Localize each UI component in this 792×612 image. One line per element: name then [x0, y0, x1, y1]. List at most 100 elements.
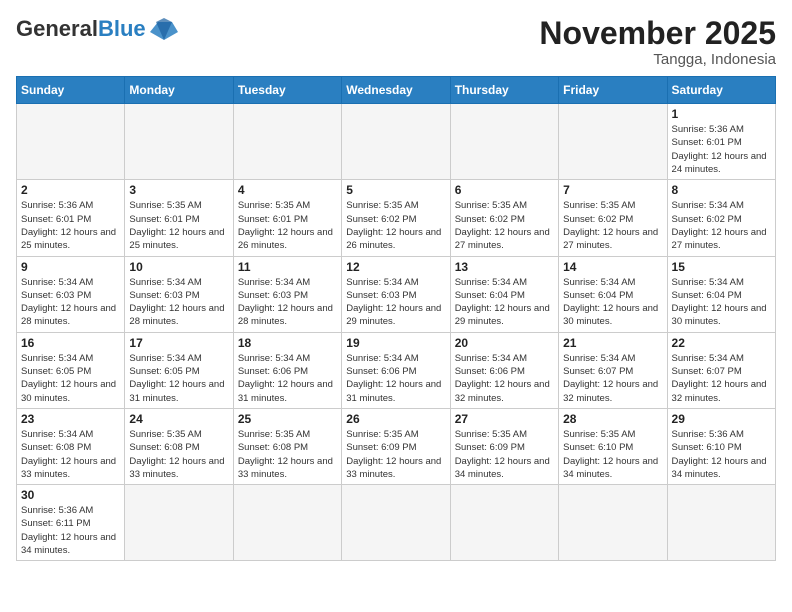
calendar-header-tuesday: Tuesday: [233, 77, 341, 104]
calendar-cell: 29 Sunrise: 5:36 AM Sunset: 6:10 PM Dayli…: [667, 408, 775, 484]
calendar-cell: 4 Sunrise: 5:35 AM Sunset: 6:01 PM Daylig…: [233, 180, 341, 256]
day-info: Sunrise: 5:34 AM Sunset: 6:06 PM Dayligh…: [238, 352, 337, 405]
calendar-cell: 18Sunrise: 5:34 AM Sunset: 6:06 PM Dayli…: [233, 332, 341, 408]
calendar-cell: [559, 104, 667, 180]
day-info: Sunrise: 5:36 AM Sunset: 6:10 PM Dayligh…: [672, 428, 771, 481]
day-info: Sunrise: 5:35 AM Sunset: 6:02 PM Dayligh…: [346, 199, 445, 252]
calendar-cell: 7Sunrise: 5:35 AM Sunset: 6:02 PM Daylig…: [559, 180, 667, 256]
day-number: 7: [563, 183, 662, 197]
calendar-cell: 26Sunrise: 5:35 AM Sunset: 6:09 PM Dayli…: [342, 408, 450, 484]
day-info: Sunrise: 5:35 AM Sunset: 6:01 PM Dayligh…: [129, 199, 228, 252]
calendar-cell: [233, 104, 341, 180]
day-number: 27: [455, 412, 554, 426]
day-number: 25: [238, 412, 337, 426]
day-info: Sunrise: 5:34 AM Sunset: 6:07 PM Dayligh…: [672, 352, 771, 405]
calendar-cell: [450, 104, 558, 180]
day-info: Sunrise: 5:34 AM Sunset: 6:02 PM Dayligh…: [672, 199, 771, 252]
day-info: Sunrise: 5:36 AM Sunset: 6:01 PM Dayligh…: [21, 199, 120, 252]
calendar-cell: [17, 104, 125, 180]
calendar-cell: 16Sunrise: 5:34 AM Sunset: 6:05 PM Dayli…: [17, 332, 125, 408]
logo-blue: Blue: [98, 16, 146, 41]
calendar-cell: 10Sunrise: 5:34 AM Sunset: 6:03 PM Dayli…: [125, 256, 233, 332]
calendar-cell: 20Sunrise: 5:34 AM Sunset: 6:06 PM Dayli…: [450, 332, 558, 408]
calendar-cell: 14 Sunrise: 5:34 AM Sunset: 6:04 PM Dayli…: [559, 256, 667, 332]
calendar-cell: 30 Sunrise: 5:36 AM Sunset: 6:11 PM Dayli…: [17, 485, 125, 561]
day-info: Sunrise: 5:36 AM Sunset: 6:01 PM Dayligh…: [672, 123, 771, 176]
calendar-cell: 21Sunrise: 5:34 AM Sunset: 6:07 PM Dayli…: [559, 332, 667, 408]
day-number: 29: [672, 412, 771, 426]
calendar-header-friday: Friday: [559, 77, 667, 104]
calendar-cell: [342, 104, 450, 180]
day-number: 24: [129, 412, 228, 426]
calendar-cell: 5 Sunrise: 5:35 AM Sunset: 6:02 PM Daylig…: [342, 180, 450, 256]
title-area: November 2025 Tangga, Indonesia: [539, 16, 776, 68]
calendar-week-row: 2 Sunrise: 5:36 AM Sunset: 6:01 PM Daylig…: [17, 180, 776, 256]
day-number: 16: [21, 336, 120, 350]
day-number: 3: [129, 183, 228, 197]
calendar-cell: 24Sunrise: 5:35 AM Sunset: 6:08 PM Dayli…: [125, 408, 233, 484]
day-info: Sunrise: 5:35 AM Sunset: 6:10 PM Dayligh…: [563, 428, 662, 481]
day-number: 30: [21, 488, 120, 502]
calendar-cell: [233, 485, 341, 561]
day-info: Sunrise: 5:34 AM Sunset: 6:03 PM Dayligh…: [346, 276, 445, 329]
calendar-cell: 22Sunrise: 5:34 AM Sunset: 6:07 PM Dayli…: [667, 332, 775, 408]
day-number: 13: [455, 260, 554, 274]
logo-general: General: [16, 16, 98, 41]
calendar-cell: 17 Sunrise: 5:34 AM Sunset: 6:05 PM Dayli…: [125, 332, 233, 408]
calendar-cell: 6 Sunrise: 5:35 AM Sunset: 6:02 PM Daylig…: [450, 180, 558, 256]
day-number: 9: [21, 260, 120, 274]
day-info: Sunrise: 5:34 AM Sunset: 6:05 PM Dayligh…: [129, 352, 228, 405]
calendar-week-row: 1 Sunrise: 5:36 AM Sunset: 6:01 PM Daylig…: [17, 104, 776, 180]
day-number: 5: [346, 183, 445, 197]
calendar-week-row: 16 Sunrise: 5:34 AM Sunset: 6:05 PM Dayli…: [17, 332, 776, 408]
day-info: Sunrise: 5:34 AM Sunset: 6:04 PM Dayligh…: [672, 276, 771, 329]
day-number: 20: [455, 336, 554, 350]
calendar-table: SundayMondayTuesdayWednesdayThursdayFrid…: [16, 76, 776, 561]
calendar-cell: 11Sunrise: 5:34 AM Sunset: 6:03 PM Dayli…: [233, 256, 341, 332]
day-number: 14: [563, 260, 662, 274]
calendar-cell: [125, 485, 233, 561]
location: Tangga, Indonesia: [539, 51, 776, 68]
calendar-cell: [342, 485, 450, 561]
calendar-cell: 8Sunrise: 5:34 AM Sunset: 6:02 PM Daylig…: [667, 180, 775, 256]
calendar-cell: 23 Sunrise: 5:34 AM Sunset: 6:08 PM Dayli…: [17, 408, 125, 484]
day-number: 17: [129, 336, 228, 350]
calendar-cell: [125, 104, 233, 180]
logo-text: GeneralBlue: [16, 16, 146, 42]
calendar-cell: 28Sunrise: 5:35 AM Sunset: 6:10 PM Dayli…: [559, 408, 667, 484]
day-number: 15: [672, 260, 771, 274]
calendar-header-row: SundayMondayTuesdayWednesdayThursdayFrid…: [17, 77, 776, 104]
calendar-cell: [559, 485, 667, 561]
logo-icon: [150, 18, 178, 40]
day-info: Sunrise: 5:35 AM Sunset: 6:09 PM Dayligh…: [455, 428, 554, 481]
day-info: Sunrise: 5:35 AM Sunset: 6:09 PM Dayligh…: [346, 428, 445, 481]
day-info: Sunrise: 5:34 AM Sunset: 6:03 PM Dayligh…: [129, 276, 228, 329]
day-info: Sunrise: 5:34 AM Sunset: 6:06 PM Dayligh…: [346, 352, 445, 405]
day-info: Sunrise: 5:35 AM Sunset: 6:01 PM Dayligh…: [238, 199, 337, 252]
day-info: Sunrise: 5:34 AM Sunset: 6:08 PM Dayligh…: [21, 428, 120, 481]
calendar-header-thursday: Thursday: [450, 77, 558, 104]
day-info: Sunrise: 5:34 AM Sunset: 6:04 PM Dayligh…: [563, 276, 662, 329]
calendar-week-row: 9 Sunrise: 5:34 AM Sunset: 6:03 PM Daylig…: [17, 256, 776, 332]
calendar-header-wednesday: Wednesday: [342, 77, 450, 104]
month-title: November 2025: [539, 16, 776, 51]
calendar-header-saturday: Saturday: [667, 77, 775, 104]
day-number: 19: [346, 336, 445, 350]
day-number: 2: [21, 183, 120, 197]
calendar-cell: 13Sunrise: 5:34 AM Sunset: 6:04 PM Dayli…: [450, 256, 558, 332]
day-number: 6: [455, 183, 554, 197]
calendar-week-row: 23 Sunrise: 5:34 AM Sunset: 6:08 PM Dayli…: [17, 408, 776, 484]
day-number: 1: [672, 107, 771, 121]
day-number: 4: [238, 183, 337, 197]
calendar-body: 1 Sunrise: 5:36 AM Sunset: 6:01 PM Daylig…: [17, 104, 776, 561]
calendar-header-monday: Monday: [125, 77, 233, 104]
calendar-cell: 19 Sunrise: 5:34 AM Sunset: 6:06 PM Dayli…: [342, 332, 450, 408]
day-number: 23: [21, 412, 120, 426]
day-info: Sunrise: 5:35 AM Sunset: 6:02 PM Dayligh…: [455, 199, 554, 252]
day-info: Sunrise: 5:34 AM Sunset: 6:03 PM Dayligh…: [238, 276, 337, 329]
calendar-cell: 15 Sunrise: 5:34 AM Sunset: 6:04 PM Dayli…: [667, 256, 775, 332]
calendar-cell: [667, 485, 775, 561]
calendar-header-sunday: Sunday: [17, 77, 125, 104]
day-info: Sunrise: 5:36 AM Sunset: 6:11 PM Dayligh…: [21, 504, 120, 557]
page-header: GeneralBlue November 2025 Tangga, Indone…: [16, 16, 776, 68]
